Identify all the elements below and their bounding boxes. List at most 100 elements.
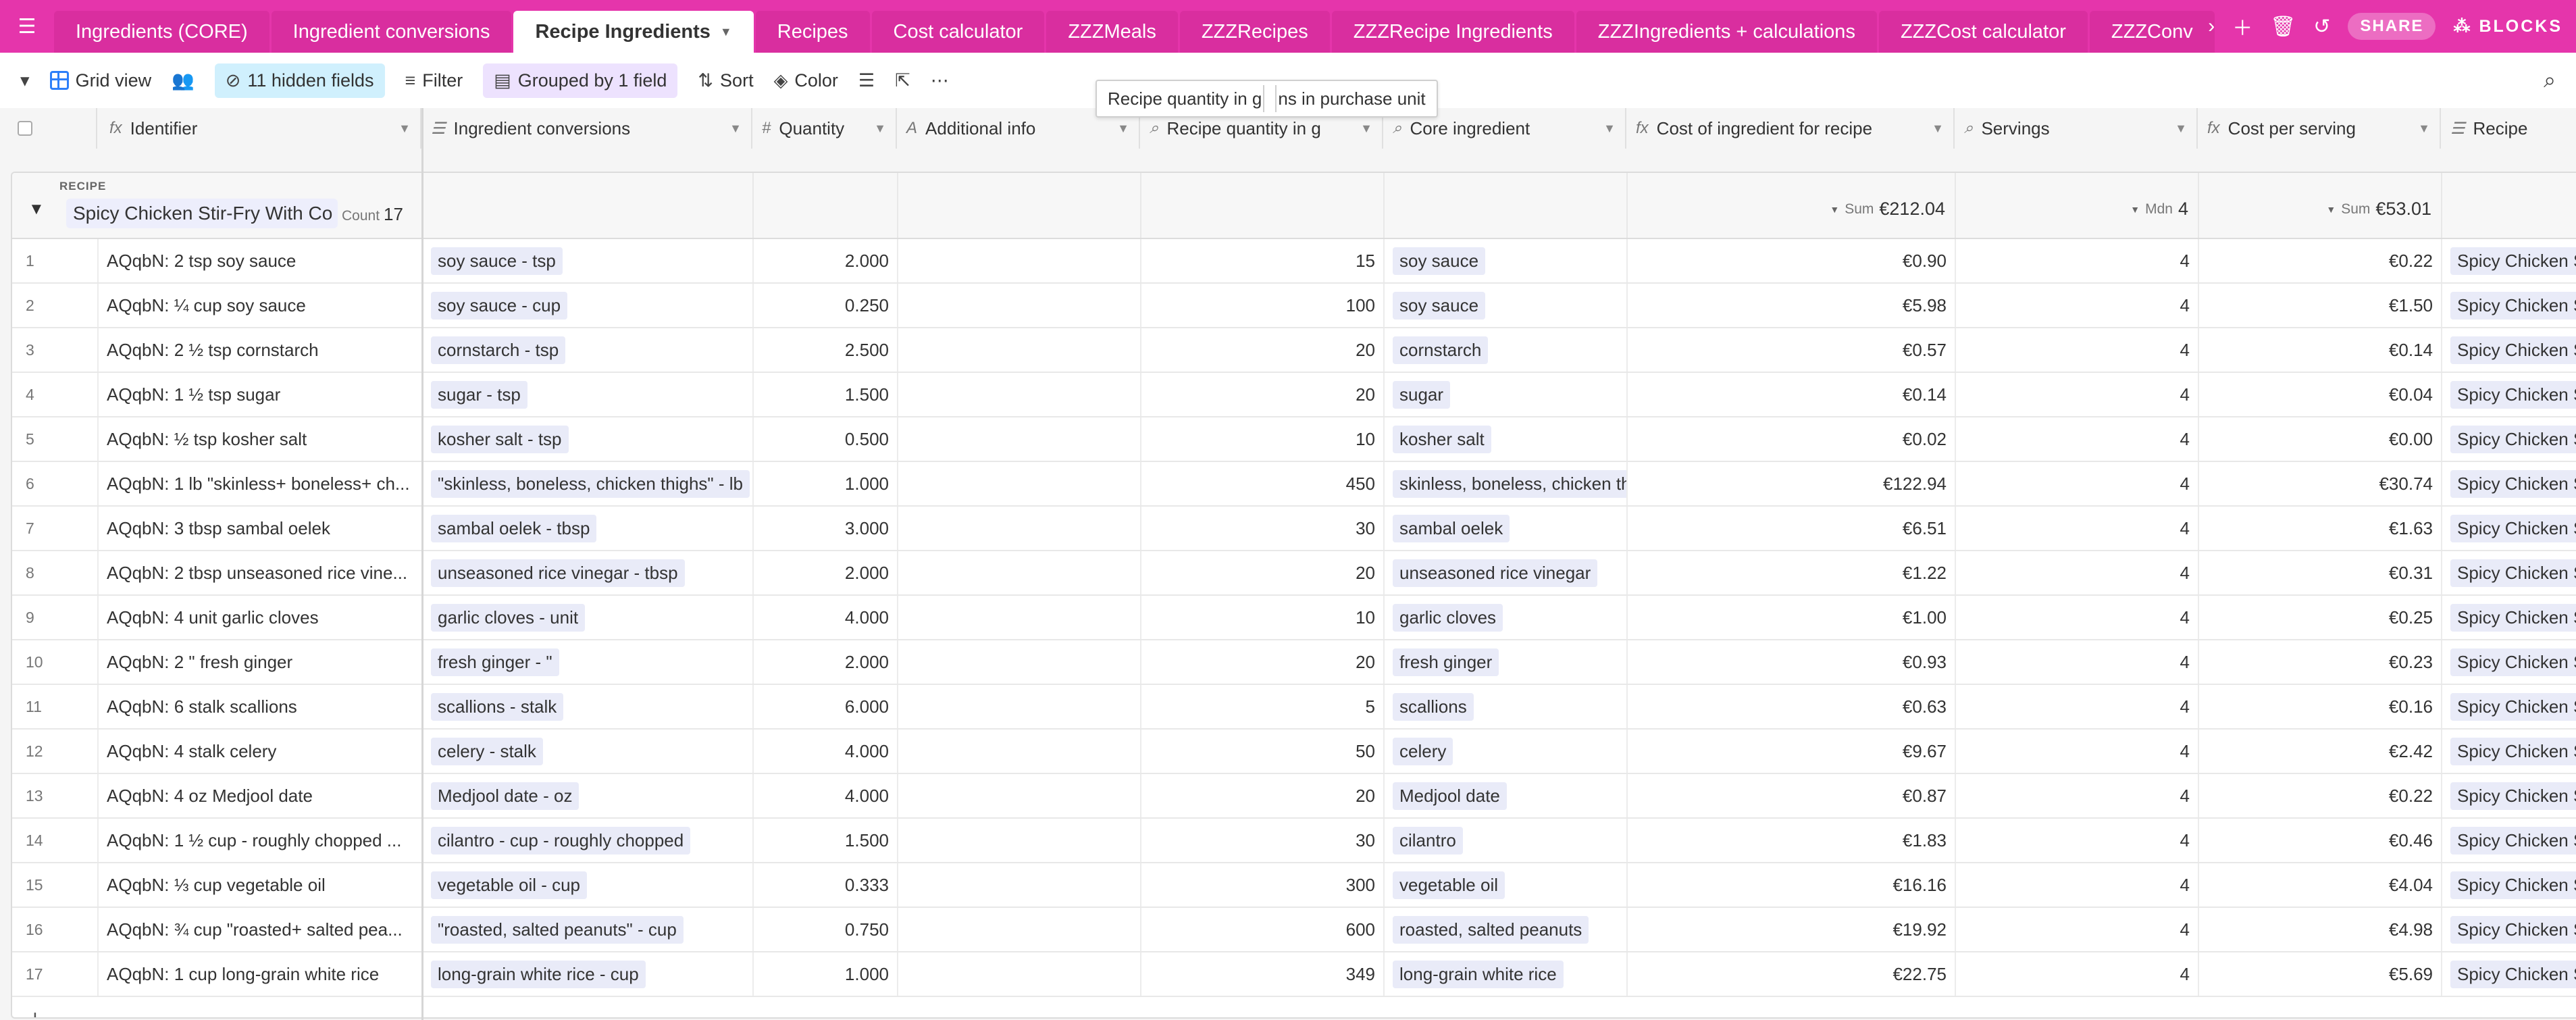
cell-cost[interactable]: €1.83 — [1628, 819, 1956, 862]
cell-core-ingredient[interactable]: long-grain white rice — [1385, 952, 1628, 996]
cell-additional-info[interactable] — [898, 774, 1141, 817]
tab-zzzcost-calculator[interactable]: ZZZCost calculator — [1878, 11, 2088, 53]
cell-recipe[interactable]: Spicy Chicken S — [2442, 373, 2576, 416]
cell-servings[interactable]: 4 — [1956, 640, 2199, 684]
cell-core-ingredient[interactable]: soy sauce — [1385, 284, 1628, 327]
cell-recipe-quantity-g[interactable]: 10 — [1141, 417, 1385, 461]
cell-recipe[interactable]: Spicy Chicken S — [2442, 774, 2576, 817]
cell-cost[interactable]: €16.16 — [1628, 863, 1956, 907]
cell-recipe-quantity-g[interactable]: 349 — [1141, 952, 1385, 996]
linked-record-chip[interactable]: celery — [1393, 737, 1453, 765]
cell-cost-per-serving[interactable]: €30.74 — [2199, 462, 2442, 505]
cell-core-ingredient[interactable]: soy sauce — [1385, 239, 1628, 282]
blocks-button[interactable]: ⁂ BLOCKS — [2453, 16, 2562, 36]
cell-recipe[interactable]: Spicy Chicken S — [2442, 863, 2576, 907]
cell-servings[interactable]: 4 — [1956, 863, 2199, 907]
cell-identifier[interactable]: AQqbN: 3 tbsp sambal oelek — [99, 507, 423, 550]
cell-cost-per-serving[interactable]: €1.50 — [2199, 284, 2442, 327]
cell-identifier[interactable]: AQqbN: 4 stalk celery — [99, 730, 423, 773]
linked-record-chip[interactable]: long-grain white rice — [1393, 960, 1564, 988]
cell-cost[interactable]: €1.00 — [1628, 596, 1956, 639]
tab-zzzmeals[interactable]: ZZZMeals — [1046, 11, 1178, 53]
cell-recipe[interactable]: Spicy Chicken S — [2442, 596, 2576, 639]
linked-record-chip[interactable]: soy sauce - tsp — [431, 247, 563, 275]
linked-record-chip[interactable]: vegetable oil — [1393, 871, 1505, 899]
cell-additional-info[interactable] — [898, 819, 1141, 862]
cell-identifier[interactable]: AQqbN: 4 oz Medjool date — [99, 774, 423, 817]
cell-recipe-quantity-g[interactable]: 20 — [1141, 373, 1385, 416]
cell-recipe-quantity-g[interactable]: 20 — [1141, 551, 1385, 594]
cell-quantity[interactable]: 2.000 — [754, 239, 898, 282]
linked-record-chip[interactable]: Spicy Chicken S — [2450, 336, 2576, 364]
cell-quantity[interactable]: 3.000 — [754, 507, 898, 550]
table-row[interactable]: 8 AQqbN: 2 tbsp unseasoned rice vine... un… — [12, 551, 2576, 596]
cell-core-ingredient[interactable]: skinless, boneless, chicken th — [1385, 462, 1628, 505]
cell-quantity[interactable]: 4.000 — [754, 596, 898, 639]
cell-quantity[interactable]: 1.500 — [754, 819, 898, 862]
linked-record-chip[interactable]: long-grain white rice - cup — [431, 960, 646, 988]
cell-additional-info[interactable] — [898, 373, 1141, 416]
chevron-down-icon[interactable]: ▼ — [1932, 122, 1944, 136]
cell-recipe-quantity-g[interactable]: 20 — [1141, 640, 1385, 684]
share-button[interactable]: SHARE — [2348, 13, 2436, 40]
tab-cost-calculator[interactable]: Cost calculator — [871, 11, 1045, 53]
view-switcher[interactable]: Grid view — [49, 70, 151, 91]
linked-record-chip[interactable]: "roasted, salted peanuts" - cup — [431, 915, 684, 944]
cell-cost-per-serving[interactable]: €4.98 — [2199, 908, 2442, 951]
cell-core-ingredient[interactable]: roasted, salted peanuts — [1385, 908, 1628, 951]
hamburger-menu-icon[interactable]: ☰ — [0, 0, 54, 53]
cell-ingredient-conversion[interactable]: sambal oelek - tbsp — [423, 507, 754, 550]
cell-core-ingredient[interactable]: unseasoned rice vinegar — [1385, 551, 1628, 594]
chevron-down-icon[interactable]: ▼ — [729, 122, 742, 136]
cell-servings[interactable]: 4 — [1956, 952, 2199, 996]
linked-record-chip[interactable]: Spicy Chicken S — [2450, 291, 2576, 320]
linked-record-chip[interactable]: sambal oelek — [1393, 514, 1510, 542]
cell-ingredient-conversion[interactable]: soy sauce - cup — [423, 284, 754, 327]
cell-core-ingredient[interactable]: sugar — [1385, 373, 1628, 416]
cell-ingredient-conversion[interactable]: scallions - stalk — [423, 685, 754, 728]
cell-quantity[interactable]: 1.000 — [754, 462, 898, 505]
table-row[interactable]: 17 AQqbN: 1 cup long-grain white rice long… — [12, 952, 2576, 997]
linked-record-chip[interactable]: soy sauce — [1393, 247, 1486, 275]
views-toggle[interactable]: ▾ — [20, 70, 30, 91]
cell-core-ingredient[interactable]: sambal oelek — [1385, 507, 1628, 550]
cell-recipe-quantity-g[interactable]: 15 — [1141, 239, 1385, 282]
cps-sum-summary[interactable]: ▼ Sum €53.01 — [2326, 199, 2431, 220]
cell-core-ingredient[interactable]: kosher salt — [1385, 417, 1628, 461]
tab-zzzrecipe-ingredients[interactable]: ZZZRecipe Ingredients — [1331, 11, 1574, 53]
table-row[interactable]: 6 AQqbN: 1 lb "skinless+ boneless+ ch... "… — [12, 462, 2576, 507]
table-row[interactable]: 12 AQqbN: 4 stalk celery celery - stalk 4.0… — [12, 730, 2576, 774]
cell-quantity[interactable]: 0.333 — [754, 863, 898, 907]
column-header-recipe[interactable]: ☰ Recipe — [2441, 108, 2576, 149]
linked-record-chip[interactable]: sambal oelek - tbsp — [431, 514, 597, 542]
linked-record-chip[interactable]: soy sauce - cup — [431, 291, 568, 320]
share-view-icon[interactable]: ⇱ — [895, 70, 910, 91]
scroll-tabs-right-icon[interactable]: › — [2208, 15, 2215, 38]
linked-record-chip[interactable]: vegetable oil - cup — [431, 871, 588, 899]
table-row[interactable]: 9 AQqbN: 4 unit garlic cloves garlic clove… — [12, 596, 2576, 640]
linked-record-chip[interactable]: skinless, boneless, chicken th — [1393, 469, 1626, 498]
chevron-down-icon[interactable]: ▼ — [2175, 122, 2187, 136]
table-row[interactable]: 5 AQqbN: ½ tsp kosher salt kosher salt - t… — [12, 417, 2576, 462]
cell-cost-per-serving[interactable]: €0.00 — [2199, 417, 2442, 461]
linked-record-chip[interactable]: fresh ginger - " — [431, 648, 559, 676]
linked-record-chip[interactable]: cornstarch - tsp — [431, 336, 566, 364]
cell-additional-info[interactable] — [898, 417, 1141, 461]
cell-additional-info[interactable] — [898, 640, 1141, 684]
cost-sum-summary[interactable]: ▼ Sum €212.04 — [1830, 199, 1945, 220]
cell-additional-info[interactable] — [898, 908, 1141, 951]
cell-cost[interactable]: €22.75 — [1628, 952, 1956, 996]
cell-identifier[interactable]: AQqbN: ⅓ cup vegetable oil — [99, 863, 423, 907]
cell-cost-per-serving[interactable]: €0.25 — [2199, 596, 2442, 639]
cell-cost[interactable]: €0.90 — [1628, 239, 1956, 282]
chevron-down-icon[interactable]: ▼ — [2418, 122, 2430, 136]
linked-record-chip[interactable]: soy sauce — [1393, 291, 1486, 320]
cell-identifier[interactable]: AQqbN: ½ tsp kosher salt — [99, 417, 423, 461]
linked-record-chip[interactable]: Spicy Chicken S — [2450, 737, 2576, 765]
cell-identifier[interactable]: AQqbN: 2 " fresh ginger — [99, 640, 423, 684]
cell-cost[interactable]: €0.02 — [1628, 417, 1956, 461]
chevron-down-icon[interactable]: ▼ — [1360, 122, 1372, 136]
column-header-cost[interactable]: fx Cost of ingredient for recipe ▼ — [1626, 108, 1955, 149]
cell-identifier[interactable]: AQqbN: 6 stalk scallions — [99, 685, 423, 728]
history-icon[interactable]: ↺ — [2313, 15, 2330, 39]
